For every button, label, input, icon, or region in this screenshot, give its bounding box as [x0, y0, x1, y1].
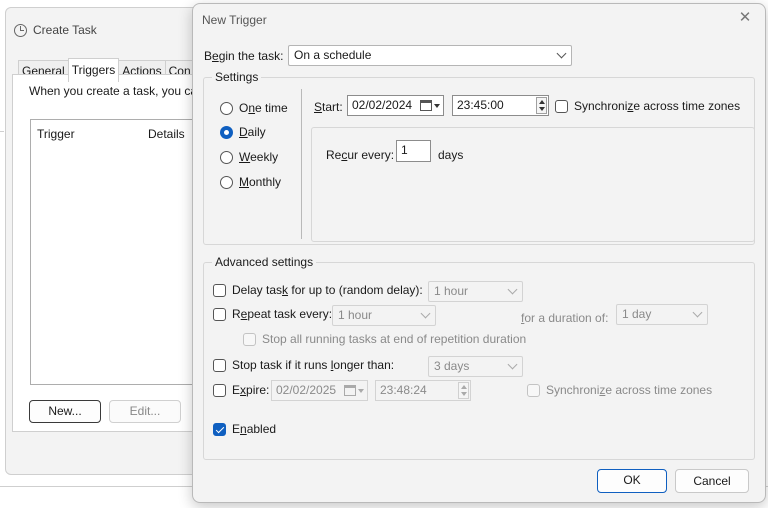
delay-task-checkbox[interactable]: Delay task for up to (random delay): — [213, 283, 423, 297]
checkbox[interactable] — [213, 358, 226, 372]
divider — [0, 131, 4, 132]
sync-timezones-label: Synchronize across time zones — [574, 99, 741, 113]
column-details[interactable]: Details — [148, 127, 185, 141]
radio-one-time[interactable]: One time — [220, 101, 288, 115]
clock-icon — [14, 23, 27, 37]
dropdown-arrow-icon[interactable] — [434, 104, 440, 108]
triggers-description: When you create a task, you can — [29, 84, 204, 98]
recur-every-label: Recur every: — [326, 148, 395, 162]
edit-trigger-button[interactable]: Edit... — [109, 400, 181, 423]
expire-sync-label: Synchronize across time zones — [546, 383, 713, 397]
time-spinner-icon[interactable] — [536, 97, 547, 114]
checkbox[interactable] — [213, 383, 226, 397]
chevron-down-icon — [507, 359, 518, 370]
chevron-down-icon — [507, 284, 518, 295]
radio-button[interactable] — [220, 150, 233, 164]
enabled-checkbox[interactable]: Enabled — [213, 422, 276, 436]
create-task-title: Create Task — [33, 23, 97, 37]
radio-monthly[interactable]: Monthly — [220, 175, 281, 189]
stop-task-label: Stop task if it runs longer than: — [232, 358, 395, 372]
begin-task-dropdown[interactable]: On a schedule — [288, 45, 572, 66]
calendar-icon[interactable] — [344, 385, 356, 396]
settings-group-title: Settings — [212, 70, 262, 84]
close-icon[interactable]: ✕ — [737, 10, 753, 26]
duration-value: 1 day — [622, 307, 652, 321]
time-spinner-icon[interactable] — [458, 382, 469, 399]
checkbox[interactable] — [243, 332, 256, 346]
chevron-down-icon — [692, 307, 703, 318]
cancel-button[interactable]: Cancel — [675, 469, 749, 493]
recur-unit-label: days — [438, 148, 464, 162]
expire-time-field[interactable]: 23:48:24 — [375, 380, 471, 401]
dropdown-arrow-icon[interactable] — [358, 389, 364, 393]
expire-date-field[interactable]: 02/02/2025 — [271, 380, 368, 401]
sync-timezones-checkbox[interactable]: Synchronize across time zones — [555, 99, 740, 113]
radio-button[interactable] — [220, 175, 233, 189]
delay-value: 1 hour — [434, 284, 469, 298]
begin-task-label: Begin the task: — [204, 49, 284, 63]
checkbox[interactable] — [213, 307, 226, 321]
recurrence-panel — [311, 127, 755, 242]
repeat-value: 1 hour — [338, 308, 373, 322]
new-trigger-button[interactable]: New... — [29, 400, 101, 423]
stop-task-checkbox[interactable]: Stop task if it runs longer than: — [213, 358, 394, 372]
checkbox[interactable] — [555, 99, 568, 113]
expire-label: Expire: — [232, 383, 270, 397]
expire-checkbox[interactable]: Expire: — [213, 383, 269, 397]
duration-dropdown[interactable]: 1 day — [616, 304, 708, 325]
radio-weekly-label: Weekly — [239, 150, 279, 164]
chevron-down-icon — [420, 308, 431, 319]
repeat-dropdown[interactable]: 1 hour — [332, 305, 436, 326]
recur-every-value: 1 — [401, 143, 408, 157]
expire-date-value: 02/02/2025 — [276, 383, 337, 397]
duration-label: for a duration of: — [521, 311, 609, 325]
enabled-label: Enabled — [232, 422, 277, 436]
checkbox[interactable] — [213, 283, 226, 297]
advanced-settings-title: Advanced settings — [212, 255, 317, 269]
begin-task-value: On a schedule — [294, 48, 372, 62]
stop-all-label: Stop all running tasks at end of repetit… — [262, 332, 527, 346]
radio-daily-label: Daily — [239, 125, 266, 139]
start-date-field[interactable]: 02/02/2024 — [347, 95, 444, 116]
settings-divider — [301, 89, 302, 239]
start-time-value: 23:45:00 — [457, 98, 504, 112]
tab-triggers[interactable]: Triggers — [67, 58, 120, 82]
start-date-value: 02/02/2024 — [352, 98, 413, 112]
chevron-down-icon — [556, 48, 567, 59]
expire-sync-checkbox[interactable]: Synchronize across time zones — [527, 383, 712, 397]
stop-all-checkbox[interactable]: Stop all running tasks at end of repetit… — [243, 332, 526, 346]
repeat-task-label: Repeat task every: — [232, 307, 333, 321]
create-task-titlebar: Create Task — [14, 22, 97, 38]
radio-monthly-label: Monthly — [239, 175, 282, 189]
new-trigger-dialog: New Trigger ✕ Begin the task: On a sched… — [192, 3, 766, 503]
radio-daily[interactable]: Daily — [220, 125, 266, 139]
stop-task-value: 3 days — [434, 359, 470, 373]
checkbox-checked[interactable] — [213, 422, 226, 436]
ok-button[interactable]: OK — [597, 469, 667, 493]
radio-button-selected[interactable] — [220, 125, 233, 139]
stop-task-dropdown[interactable]: 3 days — [428, 356, 523, 377]
start-label: Start: — [314, 100, 343, 114]
column-trigger[interactable]: Trigger — [37, 127, 75, 141]
calendar-icon[interactable] — [420, 100, 432, 111]
radio-one-time-label: One time — [239, 101, 288, 115]
delay-task-label: Delay task for up to (random delay): — [232, 283, 423, 297]
start-time-field[interactable]: 23:45:00 — [452, 95, 549, 116]
dialog-title: New Trigger — [202, 13, 267, 27]
radio-button[interactable] — [220, 101, 233, 115]
expire-time-value: 23:48:24 — [380, 383, 427, 397]
checkbox[interactable] — [527, 383, 540, 397]
recur-every-input[interactable]: 1 — [396, 140, 431, 162]
delay-dropdown[interactable]: 1 hour — [428, 281, 523, 302]
repeat-task-checkbox[interactable]: Repeat task every: — [213, 307, 332, 321]
radio-weekly[interactable]: Weekly — [220, 150, 278, 164]
